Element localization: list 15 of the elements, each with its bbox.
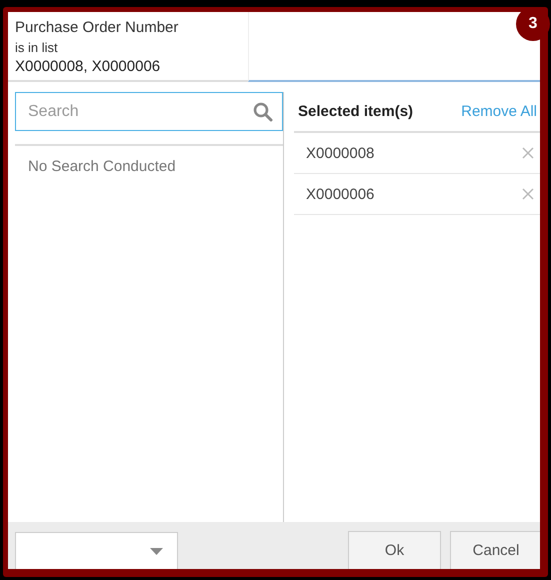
caret-icon	[150, 548, 163, 554]
dialog-button[interactable]: Cancel	[450, 531, 540, 569]
search-field[interactable]: Search	[15, 92, 283, 131]
dropdown[interactable]	[15, 532, 178, 569]
search-icon[interactable]	[253, 102, 273, 122]
selected-values: X0000008, X0000006	[15, 57, 162, 77]
selected-item: X0000008	[306, 144, 374, 162]
remove-icon[interactable]	[522, 147, 534, 159]
field-name: Purchase Order Number	[15, 18, 180, 38]
empty-message: No Search Conducted	[28, 158, 176, 175]
dialog-button[interactable]: Ok	[348, 531, 441, 569]
selected-title: Selected item(s)	[298, 103, 414, 120]
selected-item: X0000006	[306, 186, 374, 202]
operator-label: is in list	[15, 39, 59, 57]
remove-icon[interactable]	[522, 188, 534, 200]
